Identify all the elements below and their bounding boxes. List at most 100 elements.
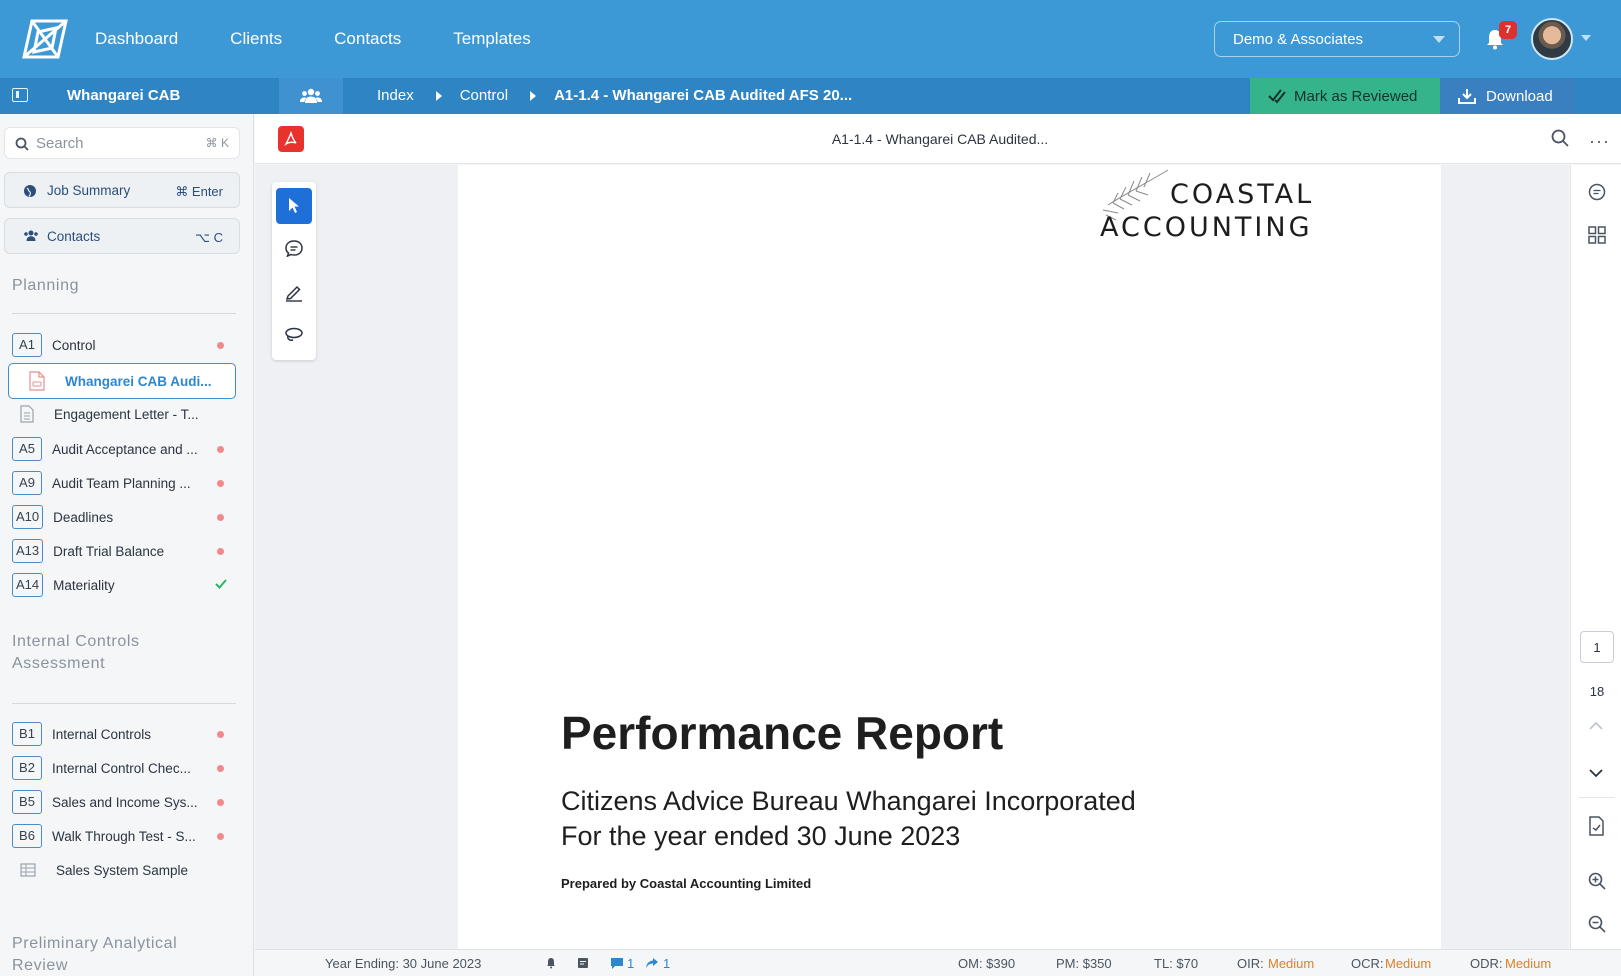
right-rail: 1 18: [1570, 165, 1621, 949]
sidebar-item-b6-walk-through-test[interactable]: B6 Walk Through Test - S...: [8, 820, 236, 852]
ocr-value: Medium: [1385, 956, 1432, 971]
item-label: Internal Controls: [52, 726, 152, 742]
sidebar-item-a13-draft-trial-balance[interactable]: A13 Draft Trial Balance: [8, 535, 236, 567]
bell-icon[interactable]: [545, 957, 557, 969]
caret-right-icon: [435, 90, 442, 101]
year-ending: Year Ending: 30 June 2023: [325, 956, 482, 971]
chevron-down-icon: [1433, 36, 1445, 43]
item-code: A14: [12, 573, 44, 597]
document-icon: [20, 405, 34, 423]
pen-icon: [285, 285, 302, 302]
status-pending-dot: [217, 833, 224, 840]
logo-line-1: COASTAL: [1170, 179, 1315, 210]
sidebar-item-sales-system-sample[interactable]: Sales System Sample: [8, 854, 236, 886]
app-logo-icon[interactable]: [22, 18, 68, 60]
status-pending-dot: [217, 548, 224, 555]
item-code: A10: [12, 505, 44, 529]
item-code: A1: [12, 333, 42, 357]
report-period: For the year ended 30 June 2023: [561, 821, 961, 851]
more-options-icon[interactable]: ···: [1589, 131, 1610, 152]
sidebar-item-b2-internal-control-checklist[interactable]: B2 Internal Control Chec...: [8, 752, 236, 784]
acrobat-icon: [284, 131, 297, 147]
zoom-out-icon[interactable]: [1588, 915, 1606, 933]
sidebar-item-a1-control[interactable]: A1 Control: [8, 329, 236, 361]
nav-clients[interactable]: Clients: [230, 29, 282, 49]
search-input[interactable]: Search ⌘ K: [4, 127, 240, 159]
context-bar: Whangarei CAB Index Control A1-1.4 - Wha…: [0, 78, 1621, 114]
organization-select[interactable]: Demo & Associates: [1214, 21, 1460, 57]
section-divider: [12, 313, 236, 314]
trivial-level: TL: $70: [1154, 956, 1199, 971]
coastal-accounting-logo-text: COASTAL ACCOUNTING: [1100, 178, 1314, 244]
download-button[interactable]: Download: [1440, 78, 1574, 114]
sidebar-item-a5-audit-acceptance[interactable]: A5 Audit Acceptance and ...: [8, 433, 236, 465]
share-icon[interactable]: [645, 957, 659, 969]
sidebar-item-b1-internal-controls[interactable]: B1 Internal Controls: [8, 718, 236, 750]
item-label: Control: [52, 337, 96, 353]
sidebar-toggle-icon[interactable]: [12, 88, 28, 102]
status-pending-dot: [217, 446, 224, 453]
comments-panel-icon[interactable]: [1588, 183, 1606, 201]
total-pages: 18: [1589, 684, 1605, 699]
chevron-down-icon[interactable]: [1588, 768, 1604, 778]
nav-dashboard[interactable]: Dashboard: [95, 29, 178, 49]
select-tool-button[interactable]: [276, 188, 312, 224]
item-label: Materiality: [53, 577, 115, 593]
team-button[interactable]: [279, 78, 343, 114]
section-title-planning: Planning: [12, 277, 80, 294]
search-icon: [15, 137, 29, 151]
download-icon: [1458, 89, 1476, 104]
breadcrumb-index[interactable]: Index: [377, 87, 414, 104]
user-avatar[interactable]: [1531, 18, 1573, 60]
nav-contacts[interactable]: Contacts: [334, 29, 401, 49]
check-icon: [215, 579, 227, 589]
page-settings-icon[interactable]: [1588, 816, 1606, 836]
shares-count: 1: [663, 956, 671, 971]
organization-select-value: Demo & Associates: [1233, 30, 1364, 48]
thumbnails-grid-icon[interactable]: [1588, 226, 1606, 244]
ocr-label: OCR:: [1351, 956, 1384, 971]
nav-templates[interactable]: Templates: [453, 29, 530, 49]
section-title-internal-controls: Internal Controls Assessment: [12, 633, 140, 672]
sidebar: Search ⌘ K Job Summary ⌘ Enter Contacts …: [0, 114, 254, 976]
sidebar-item-b5-sales-and-income[interactable]: B5 Sales and Income Sys...: [8, 786, 236, 818]
notification-count-badge: 7: [1499, 21, 1517, 39]
item-label: Whangarei CAB Audi...: [65, 373, 212, 389]
search-icon[interactable]: [1551, 129, 1569, 147]
sidebar-item-a14-materiality[interactable]: A14 Materiality: [8, 569, 236, 601]
status-pending-dot: [217, 342, 224, 349]
top-navbar: Dashboard Clients Contacts Templates Dem…: [0, 0, 1621, 78]
job-summary-label: Job Summary: [47, 182, 131, 198]
comment-tool-button[interactable]: [276, 231, 312, 267]
contacts-button[interactable]: Contacts ⌥ C: [4, 218, 240, 254]
status-pending-dot: [217, 731, 224, 738]
highlight-tool-button[interactable]: [276, 274, 312, 310]
breadcrumb-control[interactable]: Control: [460, 87, 508, 104]
current-page-input[interactable]: 1: [1580, 631, 1614, 663]
mark-as-reviewed-label: Mark as Reviewed: [1294, 87, 1418, 105]
zoom-in-icon[interactable]: [1588, 872, 1606, 890]
spreadsheet-icon: [20, 863, 36, 877]
section-title-preliminary-analytical-review: Preliminary Analytical Review: [12, 935, 178, 974]
item-label: Sales System Sample: [56, 862, 189, 878]
chevron-up-icon[interactable]: [1588, 721, 1604, 731]
contacts-shortcut: ⌥ C: [195, 230, 223, 245]
report-prepared-by: Prepared by Coastal Accounting Limited: [561, 876, 812, 891]
job-summary-button[interactable]: Job Summary ⌘ Enter: [4, 172, 240, 208]
chevron-down-icon[interactable]: [1581, 35, 1591, 41]
sidebar-item-engagement-letter[interactable]: Engagement Letter - T...: [8, 398, 236, 430]
lasso-tool-button[interactable]: [276, 317, 312, 353]
breadcrumb: Index Control A1-1.4 - Whangarei CAB Aud…: [377, 87, 852, 104]
main-nav: Dashboard Clients Contacts Templates: [95, 0, 583, 78]
sidebar-item-a9-audit-team-planning[interactable]: A9 Audit Team Planning ...: [8, 467, 236, 499]
oir-value: Medium: [1268, 956, 1315, 971]
item-label: Deadlines: [53, 509, 114, 525]
cursor-icon: [289, 198, 299, 213]
sidebar-item-a10-deadlines[interactable]: A10 Deadlines: [8, 501, 236, 533]
comment-icon: [285, 240, 303, 258]
logo-line-2: ACCOUNTING: [1100, 212, 1313, 243]
comment-icon[interactable]: [610, 957, 624, 970]
notes-icon[interactable]: [577, 957, 589, 969]
mark-as-reviewed-button[interactable]: Mark as Reviewed: [1250, 78, 1440, 114]
sidebar-item-whangarei-cab-audited[interactable]: Whangarei CAB Audi...: [8, 363, 236, 399]
